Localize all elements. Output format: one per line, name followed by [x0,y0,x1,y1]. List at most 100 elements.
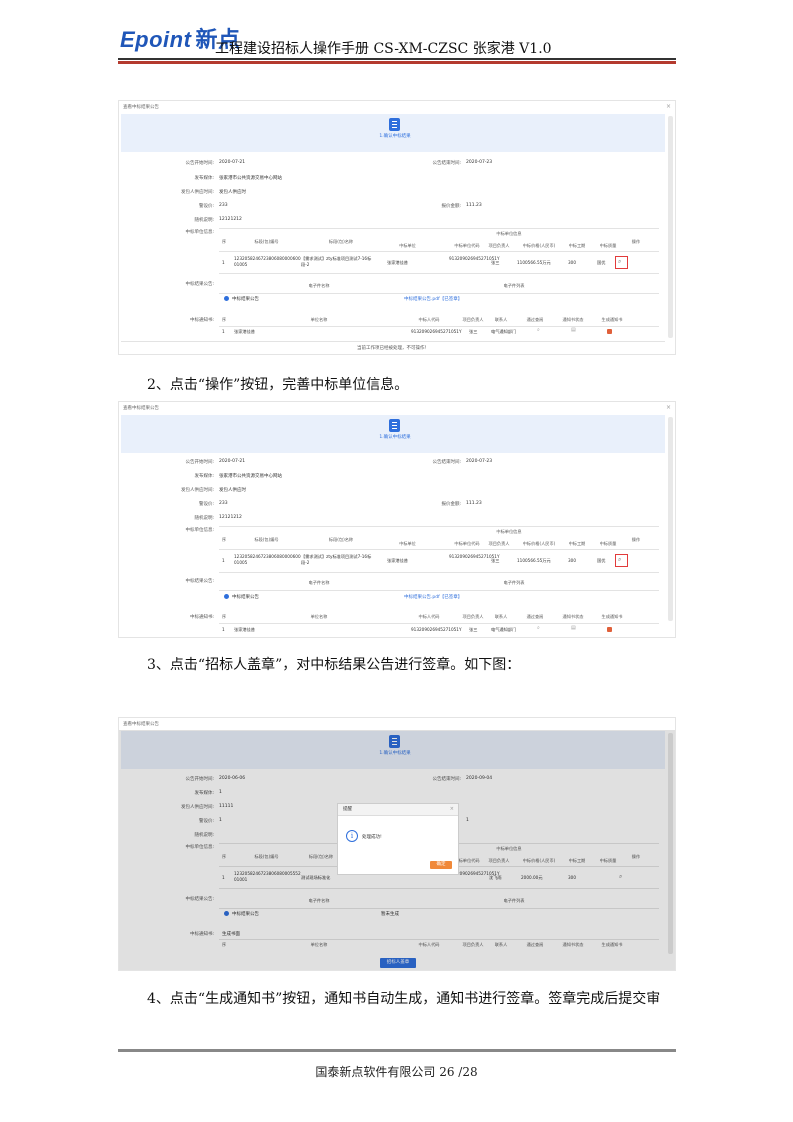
field-value: 2020-07-21 [219,160,246,165]
field-value: 发包人供应时 [219,488,246,493]
footer-text: 国泰新点软件有限公司 26 /28 [315,1065,478,1079]
section-label: 中标结果公告: [185,579,214,584]
field-value: 发包人供应时 [219,190,246,195]
col-header: 生成通知书 [601,317,623,322]
cell: 1100566.55万元 [517,558,551,563]
doc-link[interactable]: 中标结果公告.pdf【已签章】 [404,296,462,302]
step-2-text: 2、点击“操作”按钮，完善中标单位信息。 [147,377,409,393]
col-header: 中标工期 [568,243,586,248]
field-label: 警设价: [198,502,214,507]
col-header: 电子件列表 [503,283,525,288]
col-header: 电子件名称 [308,580,330,585]
cell: 913209026945271051Y [449,554,500,559]
col-header: 序 [221,537,227,542]
cell: 1100566.55万元 [517,260,551,265]
search-icon[interactable]: ⌕ [537,327,540,333]
col-header: 中标单位代码 [454,243,480,248]
doc-link[interactable]: 中标结果公告.pdf【已签章】 [404,594,462,600]
operate-highlight [615,256,628,269]
cell: 张家港佳普 [387,558,408,563]
search-icon[interactable]: ⌕ [618,258,621,266]
success-dialog: 提醒 × i 处理成功! 确定 [337,803,459,875]
field-label: 随机说明: [194,516,214,521]
search-icon[interactable]: ⌕ [618,556,621,564]
cell: 国优 [597,260,606,265]
window-title: 查看中标结果公告 [123,105,159,110]
col-header: 标段(包)编号 [254,239,279,244]
step-label: 1.确认中标结果 [379,435,411,440]
cell: 张家港佳普 [234,329,255,334]
field-label: 报价金额: [441,204,461,209]
seal-icon[interactable] [607,627,612,632]
doc-name: 中标结果公告 [232,595,259,600]
cell: 【需求测试】zty标准项目测试7-16标段-2 [301,256,372,267]
operate-highlight [615,554,628,567]
field-value: 111.23 [466,501,482,506]
col-header: 序 [221,317,227,322]
field-label: 公告开始时间: [185,460,214,465]
col-header: 中标工期 [568,541,586,546]
document-title: 工程建设招标人操作手册 CS-XM-CZSC 张家港 V1.0 [215,41,552,57]
cell: 电气通知部门 [491,627,517,632]
document-icon [389,419,400,432]
field-label: 报价金额: [441,502,461,507]
field-label: 发包人供应时间: [180,488,214,493]
close-icon[interactable]: × [450,806,454,812]
col-header: 中标单位代码 [454,541,480,546]
field-label: 发布媒体: [194,474,214,479]
cell: 国优 [597,558,606,563]
info-icon: i [346,830,358,842]
col-header: 项目负责人 [462,614,484,619]
col-header: 联系人 [494,614,508,619]
col-header: 标段(包)名称 [328,537,354,542]
cell: 300 [568,260,576,265]
cell: 1 [222,558,225,563]
col-header: 操作 [631,239,641,244]
seal-icon[interactable] [607,329,612,334]
section-label: 中标单位信息: [185,528,214,533]
cell: 913209026945271051Y [411,329,462,334]
cell: 1232058246723806080000600 01005 [234,256,301,267]
cell: 913209026945271051Y [449,256,500,261]
section-label: 中标单位信息: [185,230,214,235]
col-header: 单位名称 [310,317,328,322]
header-accent-rule [118,61,676,64]
col-header: 标段(包)名称 [328,239,354,244]
step-4-text: 4、点击“生成通知书”按钮，通知书自动生成，通知书进行签章。签章完成后提交审 [147,991,661,1007]
group-header: 中标单位信息 [496,529,522,534]
col-header: 项目负责人 [488,541,510,546]
field-value: 张家港市公共资源交易中心网站 [219,474,282,479]
field-value: 2020-07-23 [466,160,493,165]
section-label: 中标通知书: [189,318,214,323]
col-header: 通过查阅 [526,614,544,619]
col-header: 通知书状态 [562,317,584,322]
close-icon[interactable]: × [666,103,671,110]
field-label: 公告结束时间: [432,460,461,465]
screenshot-view-result-2: 查看中标结果公告 × 1.确认中标结果 公告开始时间: 2020-07-21 公… [118,401,676,638]
document-icon[interactable]: ▤ [571,625,576,631]
field-label: 发包人供应时间: [180,190,214,195]
dialog-title: 提醒 [338,804,458,816]
close-icon[interactable]: × [666,404,671,411]
col-header: 联系人 [494,317,508,322]
col-header: 序 [221,614,227,619]
scrollbar[interactable] [668,417,673,621]
search-icon[interactable]: ⌕ [537,625,540,631]
col-header: 中标价格(人民币) [522,243,556,248]
col-header: 中标质量 [599,541,617,546]
cell: 电气通知部门 [491,329,517,334]
col-header: 通过查阅 [526,317,544,322]
col-header: 单位名称 [310,614,328,619]
col-header: 操作 [631,537,641,542]
header-rule [118,58,676,60]
document-icon [389,118,400,131]
col-header: 序 [221,239,227,244]
col-header: 项目负责人 [488,243,510,248]
field-value: 111.23 [466,203,482,208]
document-icon[interactable]: ▤ [571,327,576,333]
cell: 张三 [469,627,478,632]
confirm-button[interactable]: 确定 [430,861,452,869]
col-header: 电子件名称 [308,283,330,288]
scrollbar[interactable] [668,116,673,338]
cell: 【需求测试】zty标准项目测试7-16标段-2 [301,554,372,565]
